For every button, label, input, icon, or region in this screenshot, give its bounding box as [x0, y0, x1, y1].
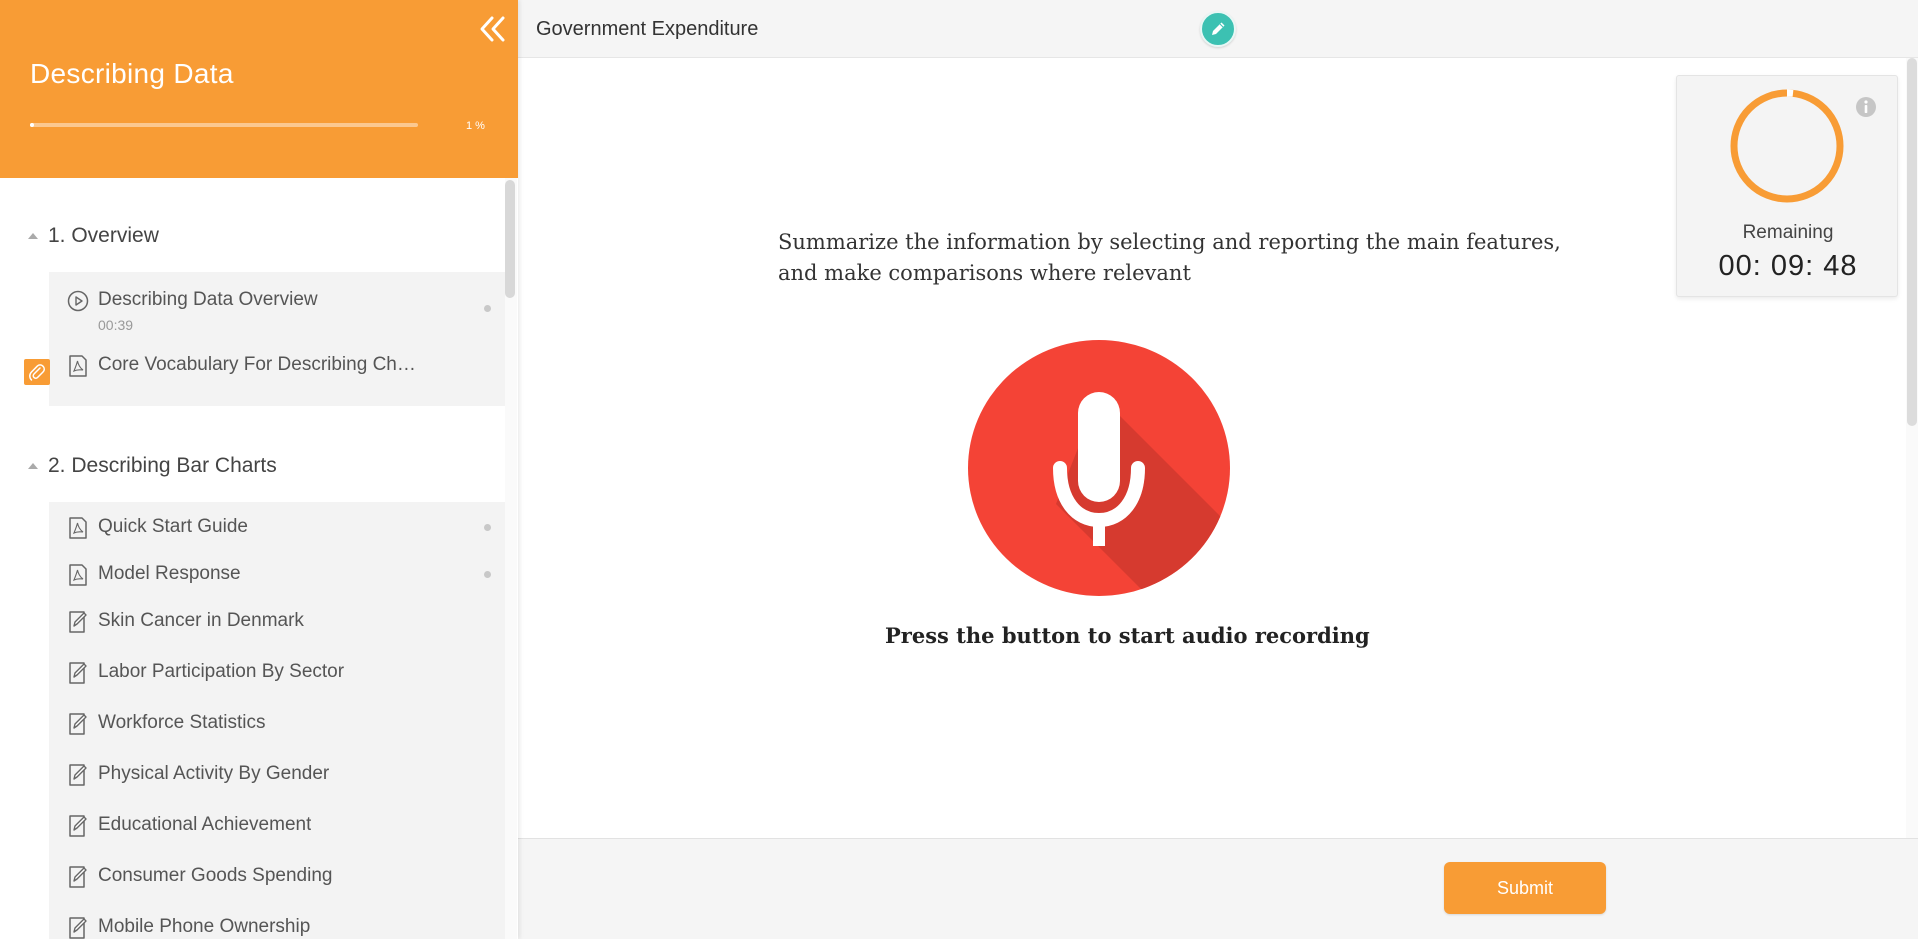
course-progress-bar	[30, 123, 418, 127]
item-label: Physical Activity By Gender	[98, 763, 330, 784]
edit-document-icon	[69, 611, 87, 633]
timer-ring	[1730, 89, 1844, 203]
play-circle-icon	[67, 290, 89, 312]
task-prompt: Summarize the information by selecting a…	[778, 230, 1561, 285]
microphone-icon	[1053, 392, 1230, 596]
edit-document-icon	[69, 866, 87, 888]
record-instruction: Press the button to start audio recordin…	[885, 623, 1370, 648]
attachment-badge[interactable]	[24, 359, 50, 385]
item-label: Labor Participation By Sector	[98, 661, 345, 682]
item-label: Model Response	[98, 563, 241, 584]
double-chevron-left-icon	[480, 16, 505, 42]
footer-bar	[518, 838, 1918, 939]
item-label: Educational Achievement	[98, 814, 312, 835]
record-audio-button[interactable]	[968, 340, 1230, 596]
item-label: Quick Start Guide	[98, 516, 248, 537]
list-item-describing-data-overview[interactable]: Describing Data Overview 00:39	[49, 272, 505, 340]
status-dot	[484, 571, 491, 578]
status-dot	[484, 524, 491, 531]
sidebar-header: Describing Data 1 %	[0, 0, 518, 178]
course-progress-label: 1 %	[466, 120, 485, 132]
lesson-topbar: Government Expenditure	[518, 0, 1918, 58]
sidebar-content: 1. Overview Describing Data Overview 00:…	[0, 178, 518, 939]
collapse-sidebar-button[interactable]	[476, 14, 510, 44]
list-item-physical-activity[interactable]: Physical Activity By Gender	[49, 749, 505, 799]
section-title: 2. Describing Bar Charts	[48, 454, 277, 477]
timer-label: Remaining	[1742, 222, 1834, 243]
list-item-quick-start-guide[interactable]: Quick Start Guide	[49, 502, 505, 554]
caret-up-icon	[28, 233, 38, 239]
pdf-icon	[69, 355, 87, 377]
item-label: Skin Cancer in Denmark	[98, 610, 304, 631]
timer-card: Remaining 00: 09: 48	[1676, 75, 1898, 297]
submit-button[interactable]: Submit	[1444, 862, 1606, 914]
list-item-labor-participation[interactable]: Labor Participation By Sector	[49, 647, 505, 697]
caret-up-icon	[28, 463, 38, 469]
item-label: Core Vocabulary For Describing Ch…	[98, 354, 416, 375]
sidebar-scrollbar-thumb[interactable]	[505, 180, 515, 298]
section-list-overview: Describing Data Overview 00:39 Core Voca…	[49, 272, 505, 406]
item-label: Describing Data Overview	[98, 289, 318, 310]
status-dot	[484, 305, 491, 312]
item-duration: 00:39	[98, 317, 134, 333]
edit-document-icon	[69, 764, 87, 786]
list-item-skin-cancer[interactable]: Skin Cancer in Denmark	[49, 596, 505, 646]
course-sidebar: Describing Data 1 % 1. Overview Describi…	[0, 0, 518, 939]
paperclip-icon	[29, 364, 46, 381]
item-label: Mobile Phone Ownership	[98, 916, 311, 937]
edit-document-icon	[69, 662, 87, 684]
page-scrollbar-thumb[interactable]	[1907, 58, 1917, 426]
list-item-educational-achievement[interactable]: Educational Achievement	[49, 800, 505, 850]
list-item-mobile-phone[interactable]: Mobile Phone Ownership	[49, 902, 505, 939]
item-label: Consumer Goods Spending	[98, 865, 333, 886]
list-item-core-vocabulary[interactable]: Core Vocabulary For Describing Ch…	[49, 340, 505, 392]
section-header-bar-charts[interactable]: 2. Describing Bar Charts	[0, 440, 505, 492]
list-item-consumer-goods[interactable]: Consumer Goods Spending	[49, 851, 505, 901]
item-label: Workforce Statistics	[98, 712, 266, 733]
list-item-model-response[interactable]: Model Response	[49, 550, 505, 598]
pencil-icon	[1212, 22, 1225, 35]
pdf-icon	[69, 564, 87, 586]
edit-button[interactable]	[1200, 11, 1236, 47]
section-title: 1. Overview	[48, 224, 159, 247]
list-item-workforce-statistics[interactable]: Workforce Statistics	[49, 698, 505, 748]
info-icon[interactable]	[1855, 96, 1877, 118]
course-title: Describing Data	[30, 58, 234, 89]
course-progress-fill	[30, 123, 34, 127]
edit-document-icon	[69, 917, 87, 939]
edit-document-icon	[69, 815, 87, 837]
timer-value: 00: 09: 48	[1718, 250, 1858, 282]
lesson-title: Government Expenditure	[536, 18, 759, 40]
edit-document-icon	[69, 713, 87, 735]
section-header-overview[interactable]: 1. Overview	[0, 210, 505, 262]
section-list-bar-charts: Quick Start Guide Model Response Skin Ca…	[49, 502, 505, 939]
pdf-icon	[69, 517, 87, 539]
